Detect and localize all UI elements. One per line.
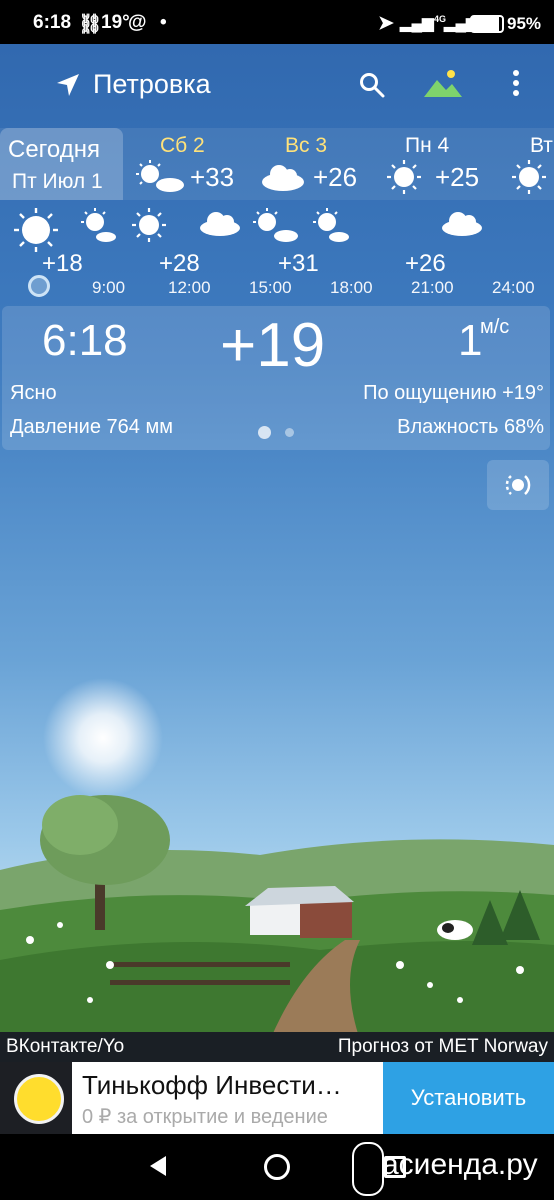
day-sun[interactable]: Вс 3 +26 <box>255 128 375 200</box>
more-menu-icon[interactable] <box>510 70 522 100</box>
condition-text: Ясно <box>10 382 57 404</box>
ad-subtitle: 0 ₽ за открытие и ведение <box>82 1106 328 1128</box>
hourly-time: 9:00 <box>92 278 126 297</box>
status-temp: 19° <box>101 12 130 33</box>
system-nav-bar: асиенда.ру <box>0 1134 554 1200</box>
location-arrow-icon[interactable] <box>55 72 81 98</box>
hourly-time: 12:00 <box>168 278 211 297</box>
watermark-logo <box>352 1142 384 1196</box>
app-bar: Петровка <box>0 44 554 124</box>
install-button[interactable]: Установить <box>383 1062 554 1134</box>
day-tue[interactable]: Вт <box>508 128 554 200</box>
cloud-icon <box>442 212 482 236</box>
feels-like-text: По ощущению +19° <box>363 382 544 404</box>
hourly-time: 24:00 <box>492 278 535 297</box>
sun-cloud-icon <box>253 208 298 242</box>
sun-cloud-icon <box>136 160 184 192</box>
current-temp: +19 <box>220 311 326 380</box>
at-icon: @ <box>128 12 147 33</box>
sun-wave-icon <box>505 475 531 495</box>
weather-effects-button[interactable] <box>487 460 549 510</box>
page-indicator <box>285 428 294 437</box>
current-conditions-panel[interactable]: 6:18 +19 1 м/с Ясно По ощущению +19° Дав… <box>2 306 550 450</box>
hourly-time: 15:00 <box>249 278 292 297</box>
today-date: Пт Июл 1 <box>12 170 103 193</box>
dot-icon: • <box>160 12 167 33</box>
day-sat[interactable]: Сб 2 +33 <box>130 128 250 200</box>
wind-unit: м/с <box>480 316 510 338</box>
location-status-icon: ➤ <box>378 13 394 34</box>
day-mon[interactable]: Пн 4 +25 <box>383 128 503 200</box>
cloud-icon <box>262 165 304 191</box>
landscape-icon[interactable] <box>422 68 464 100</box>
search-icon[interactable] <box>358 71 386 99</box>
source-bar: ВКонтакте/Yo Прогноз от MET Norway <box>0 1032 554 1062</box>
ad-title: Тинькофф Инвести… <box>82 1070 342 1100</box>
sun-icon <box>14 208 58 252</box>
home-icon[interactable] <box>264 1154 290 1180</box>
ad-logo <box>0 1062 72 1134</box>
status-bar: 6:18 ⛓ 19° @ • ➤ ▂▄▆ 4G ▂▄▆ 95% <box>0 0 554 44</box>
hourly-forecast[interactable]: +18 +28 +31 +26 9:00 12:00 15:00 18:00 2… <box>0 200 554 300</box>
day-temp: +25 <box>435 162 480 192</box>
current-time: 6:18 <box>42 316 128 365</box>
day-label: Пн 4 <box>405 134 450 157</box>
watermark-text: асиенда.ру <box>382 1148 538 1181</box>
ad-banner[interactable]: Тинькофф Инвести… 0 ₽ за открытие и веде… <box>0 1062 554 1134</box>
sun-icon <box>132 208 166 242</box>
day-label: Вт <box>530 134 553 157</box>
pressure-text: Давление 764 мм <box>10 416 173 438</box>
hourly-time: 18:00 <box>330 278 373 297</box>
hourly-temp: +31 <box>278 250 319 277</box>
tab-today[interactable]: Сегодня Пт Июл 1 <box>0 128 123 200</box>
battery-icon <box>470 15 504 33</box>
sun-icon <box>512 160 546 194</box>
day-label: Вс 3 <box>285 134 328 157</box>
sun-cloud-icon <box>81 208 116 242</box>
image-credit[interactable]: ВКонтакте/Yo <box>6 1036 124 1058</box>
wind-speed: 1 <box>458 316 483 365</box>
hourly-temp: +26 <box>405 250 446 277</box>
hourly-time: 21:00 <box>411 278 454 297</box>
sun-icon <box>387 160 421 194</box>
cloud-icon <box>200 212 240 236</box>
humidity-text: Влажность 68% <box>397 416 544 438</box>
back-icon[interactable] <box>150 1156 166 1176</box>
day-temp: +26 <box>313 162 358 192</box>
day-label: Сб 2 <box>160 134 205 157</box>
status-time: 6:18 <box>33 12 72 33</box>
location-title[interactable]: Петровка <box>93 69 211 100</box>
hourly-temp: +18 <box>42 250 83 277</box>
battery-level: 95% <box>507 14 542 33</box>
landscape-illustration <box>0 678 554 1040</box>
forecast-source[interactable]: Прогноз от MET Norway <box>338 1036 548 1058</box>
page-indicator-active <box>258 426 271 439</box>
link-icon: ⛓ <box>78 14 103 35</box>
today-label: Сегодня <box>8 136 100 163</box>
hourly-temp: +28 <box>159 250 200 277</box>
current-hour-marker <box>28 275 50 297</box>
sun-cloud-icon <box>313 208 349 242</box>
signal-icon: ▂▄▆ <box>400 15 434 32</box>
day-temp: +33 <box>190 162 235 192</box>
